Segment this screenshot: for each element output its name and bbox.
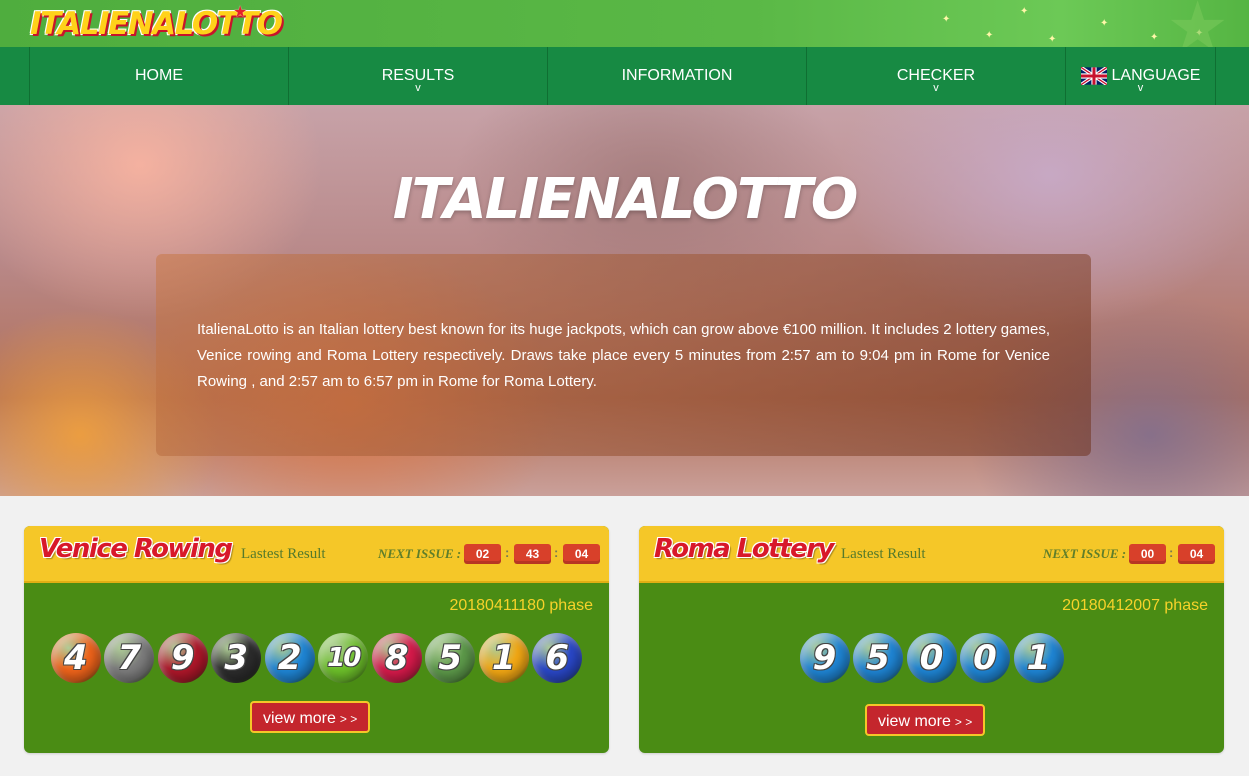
countdown-minutes: 43 xyxy=(514,544,551,564)
nav-language[interactable]: LANGUAGE v xyxy=(1065,47,1216,105)
chevron-down-icon: v xyxy=(1137,82,1144,94)
lottery-ball: 10 xyxy=(318,633,369,683)
result-balls: 4 7 9 3 2 10 8 5 1 6 xyxy=(24,633,609,685)
lottery-ball: 0 xyxy=(906,633,957,683)
card-header: Venice Rowing Lastest Result NEXT ISSUE … xyxy=(24,526,609,583)
view-more-button[interactable]: view more > > xyxy=(865,704,986,736)
sparkle-icon: ✦ xyxy=(1100,18,1109,29)
lottery-ball: 7 xyxy=(104,633,155,683)
nav-results[interactable]: RESULTS v xyxy=(288,47,547,105)
nav-home-label: HOME xyxy=(135,67,183,84)
next-issue-label: NEXT ISSUE : xyxy=(378,546,462,561)
lottery-ball: 5 xyxy=(853,633,903,683)
result-balls: 95001 xyxy=(639,633,1224,685)
sparkle-icon: ✦ xyxy=(985,30,994,41)
decorative-star-icon: ★ xyxy=(1166,0,1229,47)
draw-phase: 20180411180 phase xyxy=(449,597,593,614)
logo-star-icon: ★ xyxy=(233,4,248,21)
lottery-ball: 5 xyxy=(425,633,476,683)
card-title[interactable]: Venice Rowing xyxy=(39,534,233,564)
lottery-ball: 1 xyxy=(478,633,529,683)
sparkle-icon: ✦ xyxy=(1150,32,1159,43)
sparkle-icon: ✦ xyxy=(1020,6,1029,17)
nav-checker[interactable]: CHECKER v xyxy=(806,47,1065,105)
main-nav: HOME RESULTS v INFORMATION CHECKER v LAN… xyxy=(0,47,1249,105)
lottery-ball: 3 xyxy=(211,633,262,683)
lottery-ball: 1 xyxy=(1013,633,1064,683)
chevron-down-icon: v xyxy=(415,82,421,94)
top-header: ITALIENALOTTO ★ ✦ ✦ ✦ ✦ ✦ ✦ ✦ ★ xyxy=(0,0,1249,47)
view-more-button[interactable]: view more > > xyxy=(250,701,371,733)
draw-phase: 20180412007 phase xyxy=(1062,597,1208,614)
roma-lottery-card: Roma Lottery Lastest Result NEXT ISSUE :… xyxy=(639,526,1224,753)
venice-rowing-card: Venice Rowing Lastest Result NEXT ISSUE … xyxy=(24,526,609,753)
hero-banner: ITALIENALOTTO ItalienaLotto is an Italia… xyxy=(0,105,1249,496)
double-arrow-icon: > > xyxy=(339,712,358,726)
lottery-ball: 4 xyxy=(50,633,101,683)
sparkle-icon: ✦ xyxy=(1048,34,1057,45)
countdown-seconds: 04 xyxy=(563,544,600,564)
countdown-seconds: 04 xyxy=(1178,544,1215,564)
double-arrow-icon: > > xyxy=(954,715,973,729)
lottery-ball: 2 xyxy=(264,633,315,683)
card-header: Roma Lottery Lastest Result NEXT ISSUE :… xyxy=(639,526,1224,583)
countdown-hours: 02 xyxy=(464,544,501,564)
chevron-down-icon: v xyxy=(933,82,939,94)
lottery-ball: 9 xyxy=(799,633,850,683)
view-more-label: view more xyxy=(878,713,951,730)
card-subtitle: Lastest Result xyxy=(841,546,926,562)
hero-description-box: ItalienaLotto is an Italian lottery best… xyxy=(156,254,1091,456)
countdown-separator: : xyxy=(1169,545,1174,560)
card-title[interactable]: Roma Lottery xyxy=(654,534,834,564)
nav-information[interactable]: INFORMATION xyxy=(547,47,806,105)
card-subtitle: Lastest Result xyxy=(241,546,326,562)
countdown-separator: : xyxy=(505,545,510,560)
countdown-minutes: 00 xyxy=(1129,544,1166,564)
hero-description: ItalienaLotto is an Italian lottery best… xyxy=(197,321,1050,390)
nav-home[interactable]: HOME xyxy=(29,47,288,105)
lottery-ball: 8 xyxy=(371,633,422,683)
hero-title: ITALIENALOTTO xyxy=(392,167,859,232)
lottery-ball: 6 xyxy=(532,633,583,683)
view-more-label: view more xyxy=(263,710,336,727)
lottery-ball: 9 xyxy=(157,633,208,683)
sparkle-icon: ✦ xyxy=(942,14,951,25)
next-issue-label: NEXT ISSUE : xyxy=(1043,546,1127,561)
nav-information-label: INFORMATION xyxy=(621,67,733,84)
countdown-separator: : xyxy=(554,545,559,560)
lottery-ball: 0 xyxy=(960,633,1010,683)
